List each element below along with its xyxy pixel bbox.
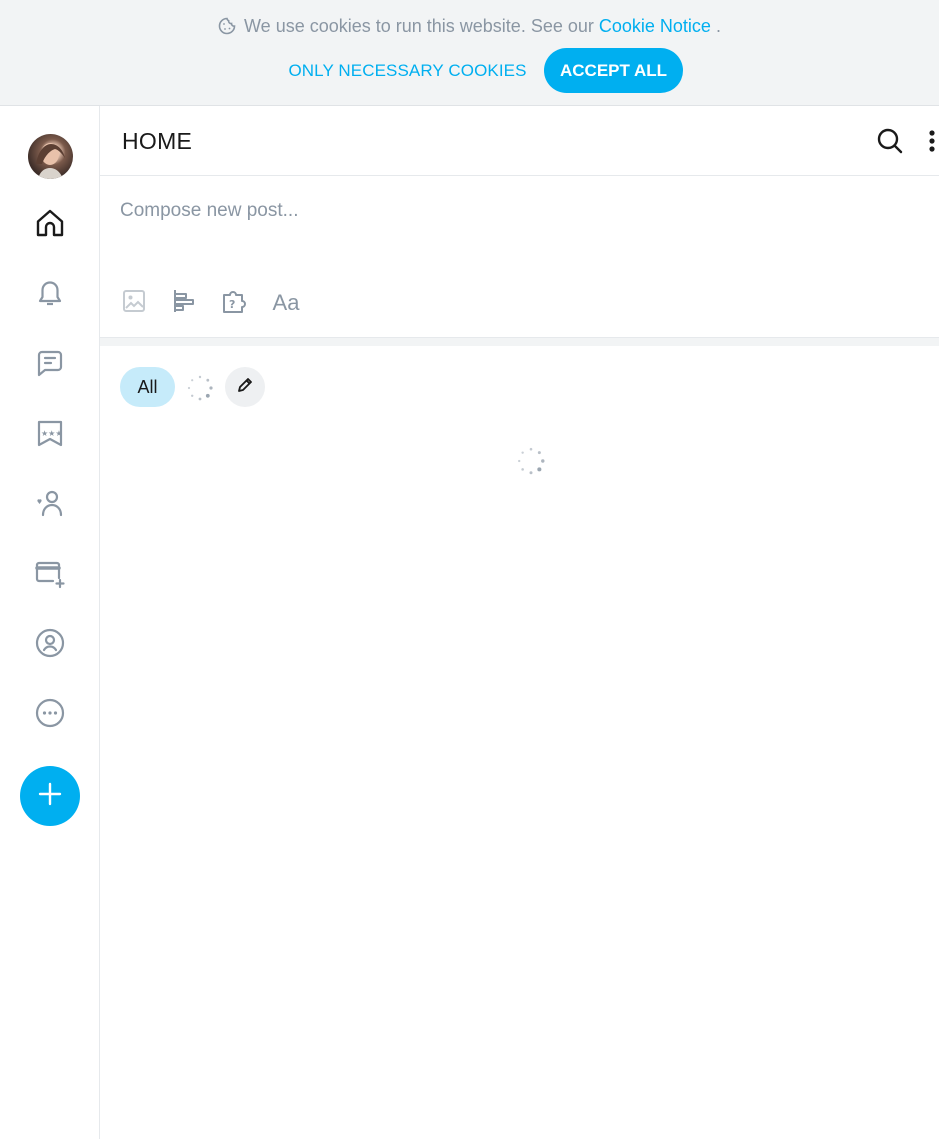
main-content: HOME Compose new post... ? Aa All [100,106,939,1139]
feed-loading-spinner-icon [516,446,546,476]
loading-spinner-icon [186,374,214,402]
header-more-button[interactable] [922,126,939,156]
cookie-text-suffix: . [715,16,721,36]
sidebar-item-messages[interactable] [26,341,74,389]
svg-text:?: ? [229,298,235,311]
svg-text:★★★: ★★★ [41,429,63,438]
page-header: HOME [100,106,939,176]
text-format-icon: Aa [272,290,300,315]
avatar[interactable] [28,134,73,179]
more-horizontal-icon [33,696,67,735]
image-icon [121,288,147,319]
edit-lists-button[interactable] [225,367,265,407]
new-post-button[interactable] [20,766,80,826]
only-necessary-cookies-button[interactable]: ONLY NECESSARY COOKIES [280,48,535,93]
message-icon [33,346,67,385]
post-composer: ? Aa [100,176,939,338]
profile-circle-icon [33,626,67,665]
more-vertical-icon [922,130,939,156]
text-format-button[interactable]: Aa [268,287,304,319]
sidebar-item-add-card[interactable] [26,551,74,599]
plus-icon [37,781,63,812]
sidebar-item-more[interactable] [26,691,74,739]
poll-icon [170,287,198,320]
sidebar-item-my-profile[interactable] [26,621,74,669]
sidebar: ★★★ [0,106,100,1139]
pencil-icon [236,376,254,399]
bell-icon [33,276,67,315]
cookie-text: We use cookies to run this website. See … [244,16,594,36]
cookie-icon [218,17,236,40]
add-media-button[interactable] [118,287,150,319]
compose-post-input[interactable] [120,196,900,226]
home-icon [33,206,67,245]
sidebar-item-home[interactable] [26,201,74,249]
sidebar-item-subscriptions[interactable] [26,481,74,529]
search-button[interactable] [875,126,905,156]
section-divider [100,338,939,346]
user-heart-icon [33,486,67,525]
cookie-notice-link[interactable]: Cookie Notice [599,16,711,36]
quiz-icon: ? [220,287,248,320]
add-poll-button[interactable] [168,287,200,319]
bookmark-stars-icon: ★★★ [33,416,67,455]
accept-all-cookies-button[interactable]: ACCEPT ALL [544,48,683,93]
cookie-banner: We use cookies to run this website. See … [0,0,939,106]
sidebar-item-notifications[interactable] [26,271,74,319]
search-icon [875,128,905,160]
cookie-message: We use cookies to run this website. See … [0,15,939,40]
add-quiz-button[interactable]: ? [218,287,250,319]
sidebar-item-collections[interactable]: ★★★ [26,411,74,459]
page-title: HOME [122,128,193,154]
filter-chip-all[interactable]: All [120,367,175,407]
card-plus-icon [33,556,67,595]
